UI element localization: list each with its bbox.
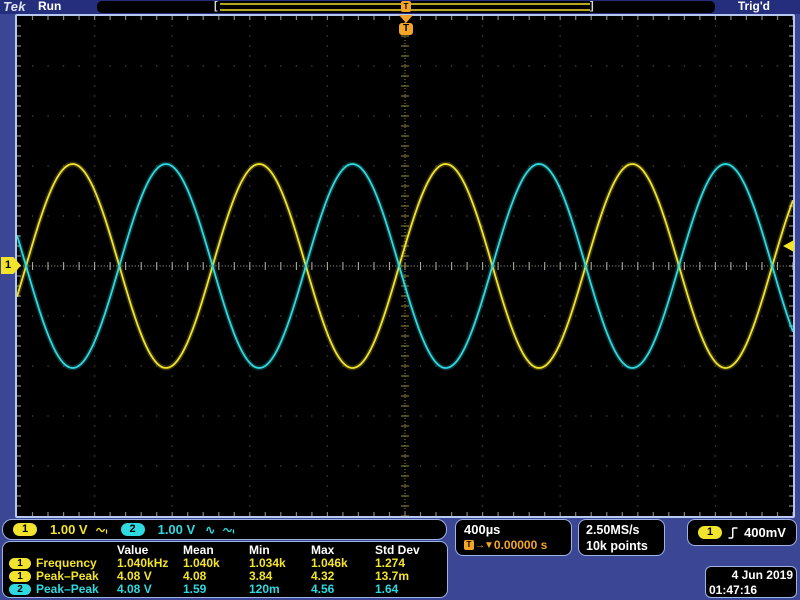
trigger-status: Trig'd (737, 0, 770, 13)
ch1-scale-readout[interactable]: 1.00 V (50, 522, 88, 537)
trigger-level-value: 400mV (744, 525, 786, 540)
measurement-name: Peak–Peak (36, 582, 99, 596)
ch2-bandwidth-icon (223, 527, 235, 533)
record-length: 10k points (586, 539, 648, 553)
trigger-flag-icon: T (399, 23, 413, 35)
record-window-bracket-right: ] (590, 0, 594, 12)
delay-value: 0.00000 s (493, 538, 548, 552)
ch1-badge[interactable]: 1 (13, 523, 37, 536)
record-trigger-position-icon[interactable]: T (401, 1, 411, 12)
measurement-std: 1.64 (375, 582, 399, 596)
waveform-display (17, 16, 793, 516)
trigger-symbol-icon: T (464, 540, 474, 550)
ch1-bandwidth-icon (95, 527, 107, 533)
time-label: 01:47:16 (709, 583, 758, 597)
measurement-label: 2 Peak–Peak (9, 583, 117, 596)
measurement-value: 4.08 V (117, 582, 152, 596)
channel-badge: 1 (9, 558, 31, 569)
acquisition-status: Run (38, 0, 62, 13)
measurement-table: Value Mean Min Max Std Dev 1 Frequency 1.040kHz… (2, 541, 448, 598)
top-status-bar: Tek Run [ ] T Trig'd (0, 0, 800, 14)
rising-edge-slope-icon (728, 526, 738, 539)
ch2-badge[interactable]: 2 (120, 523, 145, 536)
ch2-scale-readout[interactable]: 1.00 V (158, 522, 196, 537)
date-label: 4 Jun 2019 (731, 568, 793, 582)
trigger-readout[interactable]: 1 400mV (687, 519, 797, 546)
record-view-bar[interactable]: [ ] T (97, 0, 715, 13)
channel-badge: 2 (9, 584, 31, 595)
measurement-mean: 1.59 (183, 582, 207, 596)
datetime-display: 4 Jun 2019 01:47:16 (705, 566, 797, 598)
delay-arrows-icon: →▼ (475, 539, 494, 551)
measurement-min: 120m (249, 582, 280, 596)
acquisition-readout[interactable]: 2.50MS/s 10k points (578, 519, 665, 556)
channel-badge: 1 (9, 571, 31, 582)
trigger-level-arrow-icon[interactable] (783, 240, 794, 252)
trigger-delay-readout[interactable]: T →▼ 0.00000 s (464, 538, 571, 552)
horizontal-scale[interactable]: 400µs (464, 522, 571, 537)
trigger-position-marker[interactable]: T (397, 15, 415, 35)
trigger-position-arrow-icon (399, 15, 413, 23)
record-window-bracket-left: [ (214, 0, 218, 12)
measurement-max: 4.56 (311, 582, 335, 596)
measurement-row[interactable]: 2 Peak–Peak 4.08 V 1.59 120m 4.56 1.64 (3, 583, 447, 596)
trigger-source-badge: 1 (698, 526, 722, 539)
sample-rate: 2.50MS/s (586, 523, 640, 537)
channel-scale-readouts: 1 1.00 V 2 1.00 V ∿ (2, 519, 447, 540)
ch2-coupling-icon: ∿ (205, 522, 216, 537)
horizontal-readout[interactable]: 400µs T →▼ 0.00000 s (455, 519, 572, 556)
tek-logo: Tek (3, 0, 26, 14)
oscilloscope-screen: Tek Run [ ] T Trig'd T 1 1 1.00 V 2 1.00… (0, 0, 800, 600)
